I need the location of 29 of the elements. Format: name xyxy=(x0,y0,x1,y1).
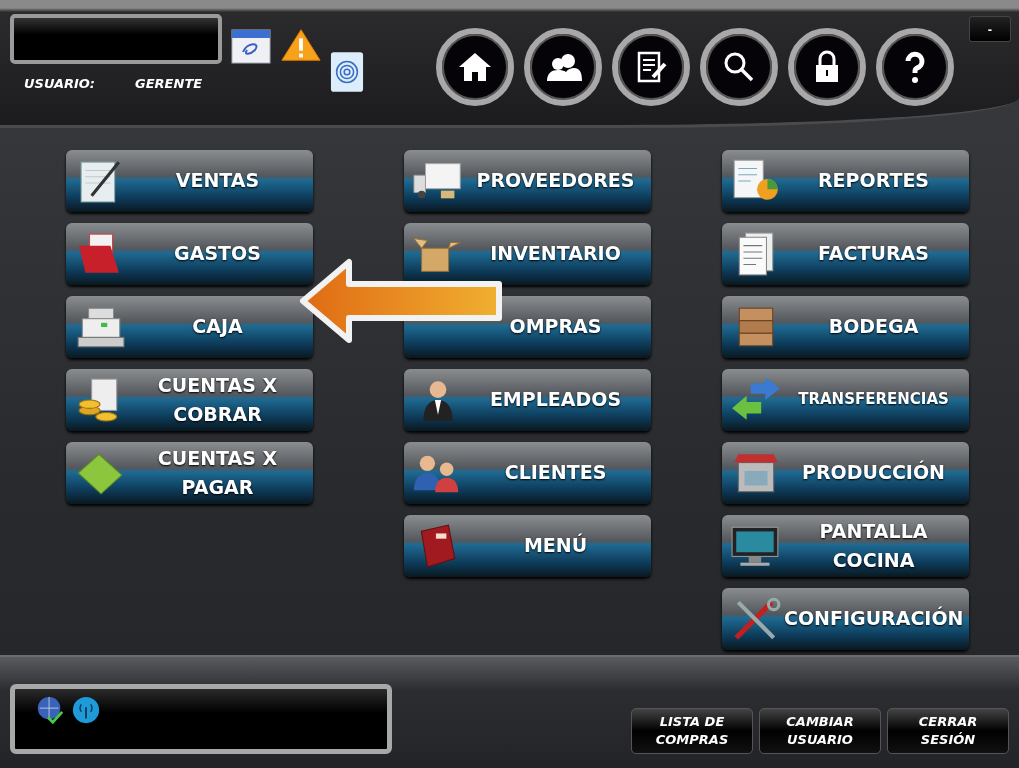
menu-button[interactable]: CUENTAS X PAGAR xyxy=(66,442,313,504)
menu-button[interactable]: PRODUCCIÓN xyxy=(722,442,969,504)
menu-button[interactable]: CONFIGURACIÓN xyxy=(722,588,969,650)
menu-button[interactable]: MENÚ xyxy=(404,515,651,577)
user-label: USUARIO: xyxy=(24,76,96,91)
menu-button[interactable]: PANTALLA COCINA xyxy=(722,515,969,577)
minimize-button[interactable]: - xyxy=(969,16,1011,42)
footer-button[interactable]: LISTA DE COMPRAS xyxy=(631,708,753,754)
menu-button[interactable]: FACTURAS xyxy=(722,223,969,285)
warning-icon[interactable] xyxy=(280,26,322,64)
menu-button[interactable]: EMPLEADOS xyxy=(404,369,651,431)
user-name: GERENTE xyxy=(135,76,203,91)
fingerprint-icon[interactable] xyxy=(330,50,364,94)
menu-button[interactable]: BODEGA xyxy=(722,296,969,358)
menu-button[interactable]: PROVEEDORES xyxy=(404,150,651,212)
menu-button[interactable]: CAJA xyxy=(66,296,313,358)
menu-button[interactable]: CLIENTES xyxy=(404,442,651,504)
footer-button[interactable]: CERRAR SESIÓN xyxy=(887,708,1009,754)
globe-check-icon xyxy=(35,695,65,725)
exchange-arrows-icon xyxy=(730,377,782,423)
menu-button[interactable]: CUENTAS X COBRAR xyxy=(66,369,313,431)
calendar-icon[interactable] xyxy=(230,26,272,64)
footer-button[interactable]: CAMBIAR USUARIO xyxy=(759,708,881,754)
antenna-icon xyxy=(71,695,101,725)
menu-button[interactable]: REPORTES xyxy=(722,150,969,212)
menu-button[interactable]: INVENTARIO xyxy=(404,223,651,285)
menu-button[interactable]: VENTAS xyxy=(66,150,313,212)
menu-button[interactable]: GASTOS xyxy=(66,223,313,285)
menu-button[interactable]: TRANSFERENCIAS xyxy=(722,369,969,431)
